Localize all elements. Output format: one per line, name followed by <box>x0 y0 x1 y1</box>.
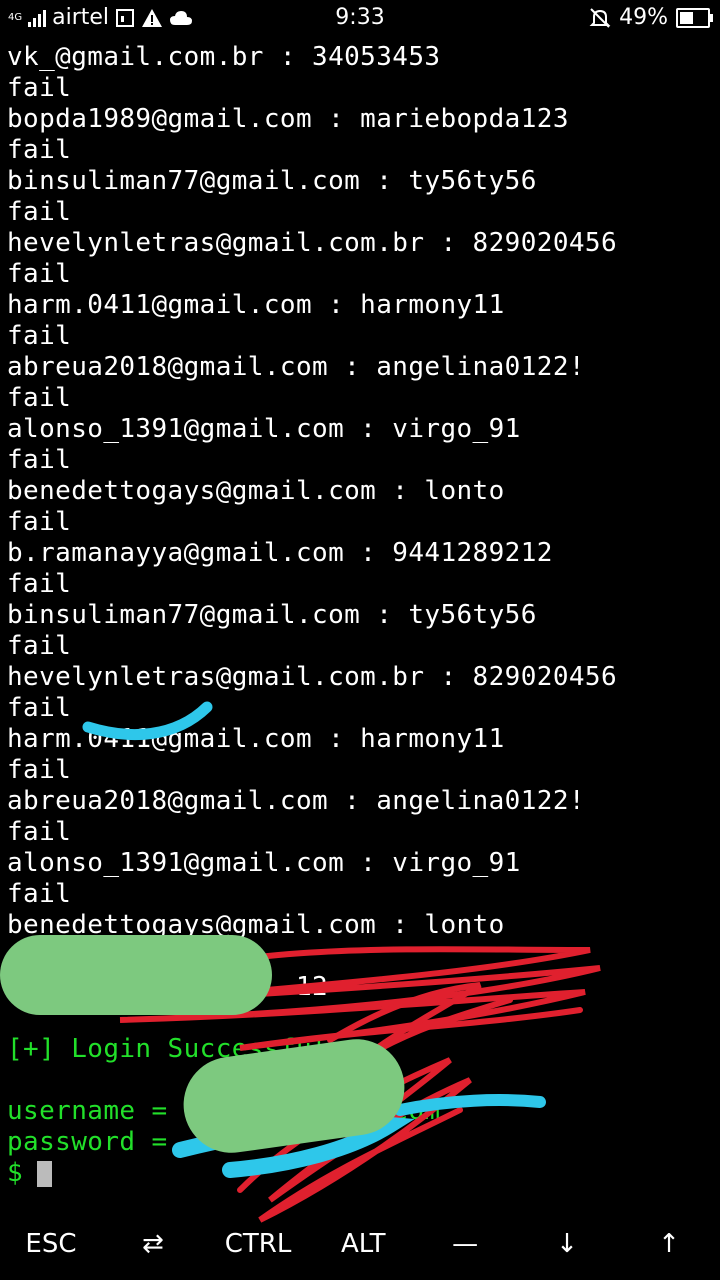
terminal-line: vk_@gmail.com.br : 34053453 <box>7 42 441 72</box>
terminal-line: alonso_1391@gmail.com : virgo_91 <box>7 414 521 444</box>
terminal-prompt[interactable]: $ <box>7 1158 717 1189</box>
prompt-symbol: $ <box>7 1158 24 1188</box>
terminal-line: harm.0411@gmail.com : harmony11 <box>7 290 505 320</box>
dash-key[interactable]: — <box>435 1229 495 1259</box>
terminal-line: harm.0411@gmail.com : harmony11 <box>7 724 505 754</box>
terminal-line: fail <box>7 135 72 165</box>
terminal-line: username = .com <box>7 1096 441 1126</box>
arrow-down-key[interactable]: ↓ <box>537 1229 597 1259</box>
terminal-line: fail <box>7 197 72 227</box>
terminal-line: b.ramanayya@gmail.com : 9441289212 <box>7 538 553 568</box>
terminal-line: alonso_1391@gmail.com : virgo_91 <box>7 848 521 878</box>
terminal-line: benedettogays@gmail.com : lonto <box>7 910 505 940</box>
terminal-line: fail <box>7 73 72 103</box>
battery-percent: 49% <box>619 5 668 30</box>
terminal-line: fail <box>7 383 72 413</box>
status-right: 49% <box>589 5 713 30</box>
swap-key[interactable]: ⇄ <box>123 1229 183 1259</box>
terminal-line: fail <box>7 693 72 723</box>
status-bar: 4G airtel 9:33 49% <box>0 0 720 38</box>
terminal-line: fail <box>7 507 72 537</box>
terminal-line: password = <box>7 1127 168 1157</box>
terminal-line: fail <box>7 259 72 289</box>
terminal-line: binsuliman77@gmail.com : ty56ty56 <box>7 166 537 196</box>
terminal-line: abreua2018@gmail.com : angelina0122! <box>7 352 585 382</box>
text-cursor <box>37 1160 53 1187</box>
terminal-line: hevelynletras@gmail.com.br : 829020456 <box>7 228 618 258</box>
terminal-line: fail <box>7 755 72 785</box>
terminal-line: 12 <box>7 972 329 1002</box>
terminal-line: fail <box>7 321 72 351</box>
notifications-muted-icon <box>589 7 611 28</box>
alt-key[interactable]: ALT <box>333 1229 393 1259</box>
terminal-line: fail <box>7 879 72 909</box>
esc-key[interactable]: ESC <box>21 1229 81 1259</box>
terminal-line: fail <box>7 445 72 475</box>
battery-icon <box>676 7 713 28</box>
terminal-line: [+] Login Successful <box>7 1034 329 1064</box>
terminal-line: abreua2018@gmail.com : angelina0122! <box>7 786 585 816</box>
arrow-up-key[interactable]: ↑ <box>639 1229 699 1259</box>
terminal-line: fail <box>7 817 72 847</box>
terminal-line: fail <box>7 569 72 599</box>
terminal-line: bopda1989@gmail.com : mariebopda123 <box>7 104 569 134</box>
terminal-line: binsuliman77@gmail.com : ty56ty56 <box>7 600 537 630</box>
ctrl-key[interactable]: CTRL <box>225 1229 292 1259</box>
terminal-line: benedettogays@gmail.com : lonto <box>7 476 505 506</box>
terminal-line: fail <box>7 631 72 661</box>
terminal-line: hevelynletras@gmail.com.br : 829020456 <box>7 662 618 692</box>
terminal-output[interactable]: vk_@gmail.com.br : 34053453 fail bopda1989… <box>7 42 717 1189</box>
extra-keys-bar: ESC ⇄ CTRL ALT — ↓ ↑ <box>0 1218 720 1270</box>
